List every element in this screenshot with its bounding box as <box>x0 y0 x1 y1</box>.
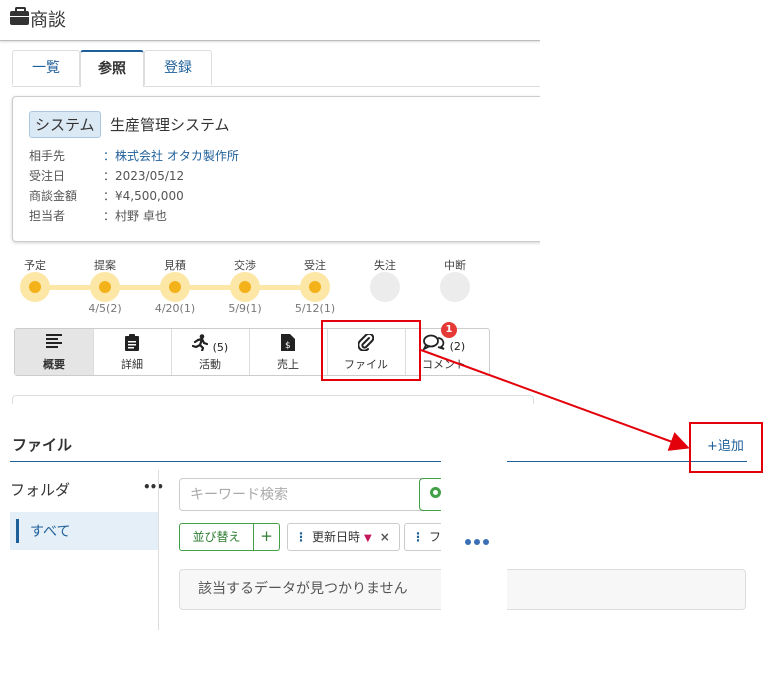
arrow-line <box>420 349 690 451</box>
annotation-arrow <box>420 349 690 451</box>
